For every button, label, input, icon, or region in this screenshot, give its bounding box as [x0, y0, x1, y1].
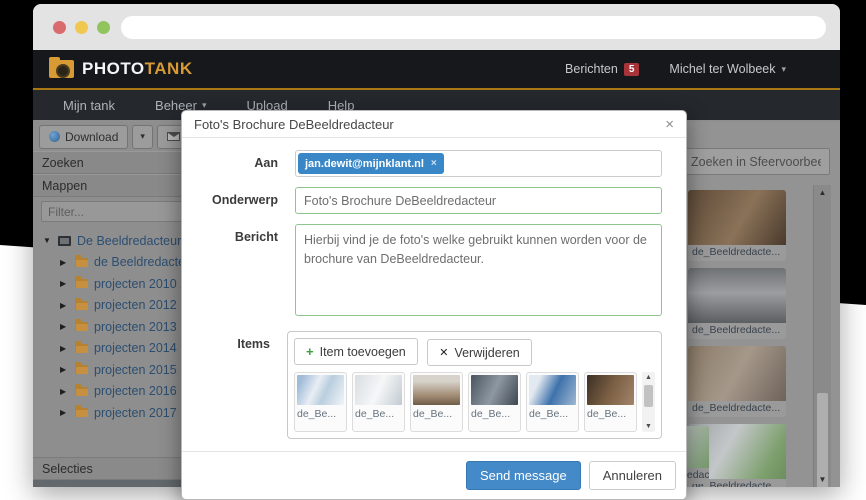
remove-item-button[interactable]: ✕ Verwijderen — [427, 339, 532, 366]
traffic-light-close-icon[interactable] — [53, 21, 66, 34]
photo-thumbnail — [413, 375, 460, 405]
url-bar[interactable] — [121, 16, 826, 39]
browser-chrome — [33, 4, 840, 50]
chevron-down-icon: ▾ — [202, 100, 207, 111]
item-thumb[interactable]: de_Be... — [294, 372, 347, 432]
photo-thumbnail — [355, 375, 402, 405]
item-thumb[interactable]: de_Be... — [468, 372, 521, 432]
traffic-light-maximize-icon[interactable] — [97, 21, 110, 34]
bericht-label: Bericht — [182, 224, 295, 321]
modal-header: Foto's Brochure DeBeeldredacteur × — [182, 111, 686, 138]
bericht-row: Bericht Hierbij vind je de foto's welke … — [182, 224, 662, 321]
items-row: Items + Item toevoegen ✕ Verwijderen — [182, 331, 662, 439]
brand-tank: TANK — [145, 59, 193, 78]
tree-collapsed-icon[interactable]: ▶ — [60, 365, 69, 374]
chevron-down-icon: ▾ — [781, 64, 786, 75]
photo-cell[interactable]: de_Beeldredacte... — [688, 346, 786, 417]
user-name: Michel ter Wolbeek — [669, 62, 775, 76]
modal-title: Foto's Brochure DeBeeldredacteur — [194, 117, 394, 132]
photo-cell[interactable]: de_Beeldredacte... — [688, 190, 786, 261]
app-header-right: Berichten 5 Michel ter Wolbeek ▾ — [565, 62, 786, 76]
scroll-down-icon[interactable]: ▼ — [642, 423, 655, 430]
app-header: PHOTOTANK Berichten 5 Michel ter Wolbeek… — [33, 50, 840, 90]
x-icon: ✕ — [439, 346, 448, 359]
send-message-button[interactable]: Send message — [466, 461, 581, 490]
photo-thumbnail — [529, 375, 576, 405]
items-thumbnails-list: de_Be... de_Be... de_Be... de_Be... — [294, 372, 655, 432]
onderwerp-input[interactable] — [295, 187, 662, 214]
annuleren-button[interactable]: Annuleren — [589, 461, 676, 490]
sfeervoorbeeld-search-input[interactable] — [682, 148, 830, 175]
messages-count-badge: 5 — [624, 63, 640, 76]
scroll-down-icon[interactable]: ▼ — [814, 475, 831, 484]
items-label: Items — [182, 331, 287, 439]
folder-icon — [75, 344, 88, 353]
brand-photo: PHOTO — [82, 59, 145, 78]
item-thumb[interactable]: de_Be... — [526, 372, 579, 432]
tree-collapsed-icon[interactable]: ▶ — [60, 387, 69, 396]
scroll-up-icon[interactable]: ▲ — [642, 374, 655, 381]
item-thumb[interactable]: de_Be... — [584, 372, 637, 432]
tree-expanded-icon[interactable]: ▼ — [43, 236, 52, 245]
envelope-icon — [167, 132, 180, 141]
phototank-logo-icon — [49, 60, 74, 78]
photo-thumbnail — [688, 346, 786, 401]
bericht-textarea[interactable]: Hierbij vind je de foto's welke gebruikt… — [295, 224, 662, 316]
folder-icon — [75, 322, 88, 331]
photo-thumbnail — [587, 375, 634, 405]
aan-field-wrap: jan.dewit@mijnklant.nl × — [295, 150, 662, 177]
tree-collapsed-icon[interactable]: ▶ — [60, 258, 69, 267]
folder-icon — [75, 258, 88, 267]
folder-icon — [75, 387, 88, 396]
brand-title: PHOTOTANK — [82, 59, 193, 79]
remove-tag-icon[interactable]: × — [431, 158, 437, 169]
aan-label: Aan — [182, 150, 295, 177]
folder-icon — [75, 301, 88, 310]
content-scrollbar[interactable]: ▲ ▼ — [813, 185, 831, 487]
download-dropdown-button[interactable]: ▾ — [132, 125, 153, 149]
user-menu[interactable]: Michel ter Wolbeek ▾ — [669, 62, 786, 76]
send-message-modal: Foto's Brochure DeBeeldredacteur × Aan j… — [181, 110, 687, 500]
traffic-light-minimize-icon[interactable] — [75, 21, 88, 34]
plus-icon: + — [306, 344, 314, 359]
computer-icon — [58, 236, 71, 246]
messages-label: Berichten — [565, 62, 618, 76]
messages-menu[interactable]: Berichten 5 — [565, 62, 639, 76]
tree-collapsed-icon[interactable]: ▶ — [60, 408, 69, 417]
email-tag[interactable]: jan.dewit@mijnklant.nl × — [298, 153, 444, 174]
photo-cell[interactable]: de_Beeldredacte... — [688, 268, 786, 339]
scrollbar-thumb[interactable] — [817, 393, 828, 487]
modal-footer: Send message Annuleren — [182, 451, 686, 499]
folder-icon — [75, 365, 88, 374]
phototank-logo[interactable]: PHOTOTANK — [49, 59, 193, 79]
items-toolbar: + Item toevoegen ✕ Verwijderen — [294, 338, 655, 366]
close-icon[interactable]: × — [665, 117, 674, 132]
onderwerp-label: Onderwerp — [182, 187, 295, 214]
chevron-down-icon: ▾ — [140, 131, 145, 142]
nav-item-mijn-tank[interactable]: Mijn tank — [43, 98, 135, 113]
items-scrollbar[interactable]: ▲ ▼ — [642, 372, 655, 432]
add-item-button[interactable]: + Item toevoegen — [294, 338, 418, 365]
item-thumb[interactable]: de_Be... — [410, 372, 463, 432]
download-icon — [49, 131, 60, 142]
aan-row: Aan jan.dewit@mijnklant.nl × — [182, 150, 662, 177]
folder-icon — [75, 408, 88, 417]
photo-thumbnail — [297, 375, 344, 405]
scroll-up-icon[interactable]: ▲ — [814, 188, 831, 197]
modal-body: Aan jan.dewit@mijnklant.nl × Onderwerp B… — [182, 138, 686, 451]
tree-collapsed-icon[interactable]: ▶ — [60, 301, 69, 310]
photo-thumbnail — [688, 190, 786, 245]
item-thumb[interactable]: de_Be... — [352, 372, 405, 432]
tree-collapsed-icon[interactable]: ▶ — [60, 344, 69, 353]
aan-recipient-input[interactable]: jan.dewit@mijnklant.nl × — [295, 150, 662, 177]
folder-icon — [75, 279, 88, 288]
items-box: + Item toevoegen ✕ Verwijderen de_Be... — [287, 331, 662, 439]
onderwerp-row: Onderwerp — [182, 187, 662, 214]
tree-collapsed-icon[interactable]: ▶ — [60, 279, 69, 288]
photo-thumbnail — [688, 268, 786, 323]
download-button[interactable]: Download — [39, 125, 128, 149]
tree-collapsed-icon[interactable]: ▶ — [60, 322, 69, 331]
photo-thumbnail — [471, 375, 518, 405]
scrollbar-thumb[interactable] — [644, 385, 653, 407]
